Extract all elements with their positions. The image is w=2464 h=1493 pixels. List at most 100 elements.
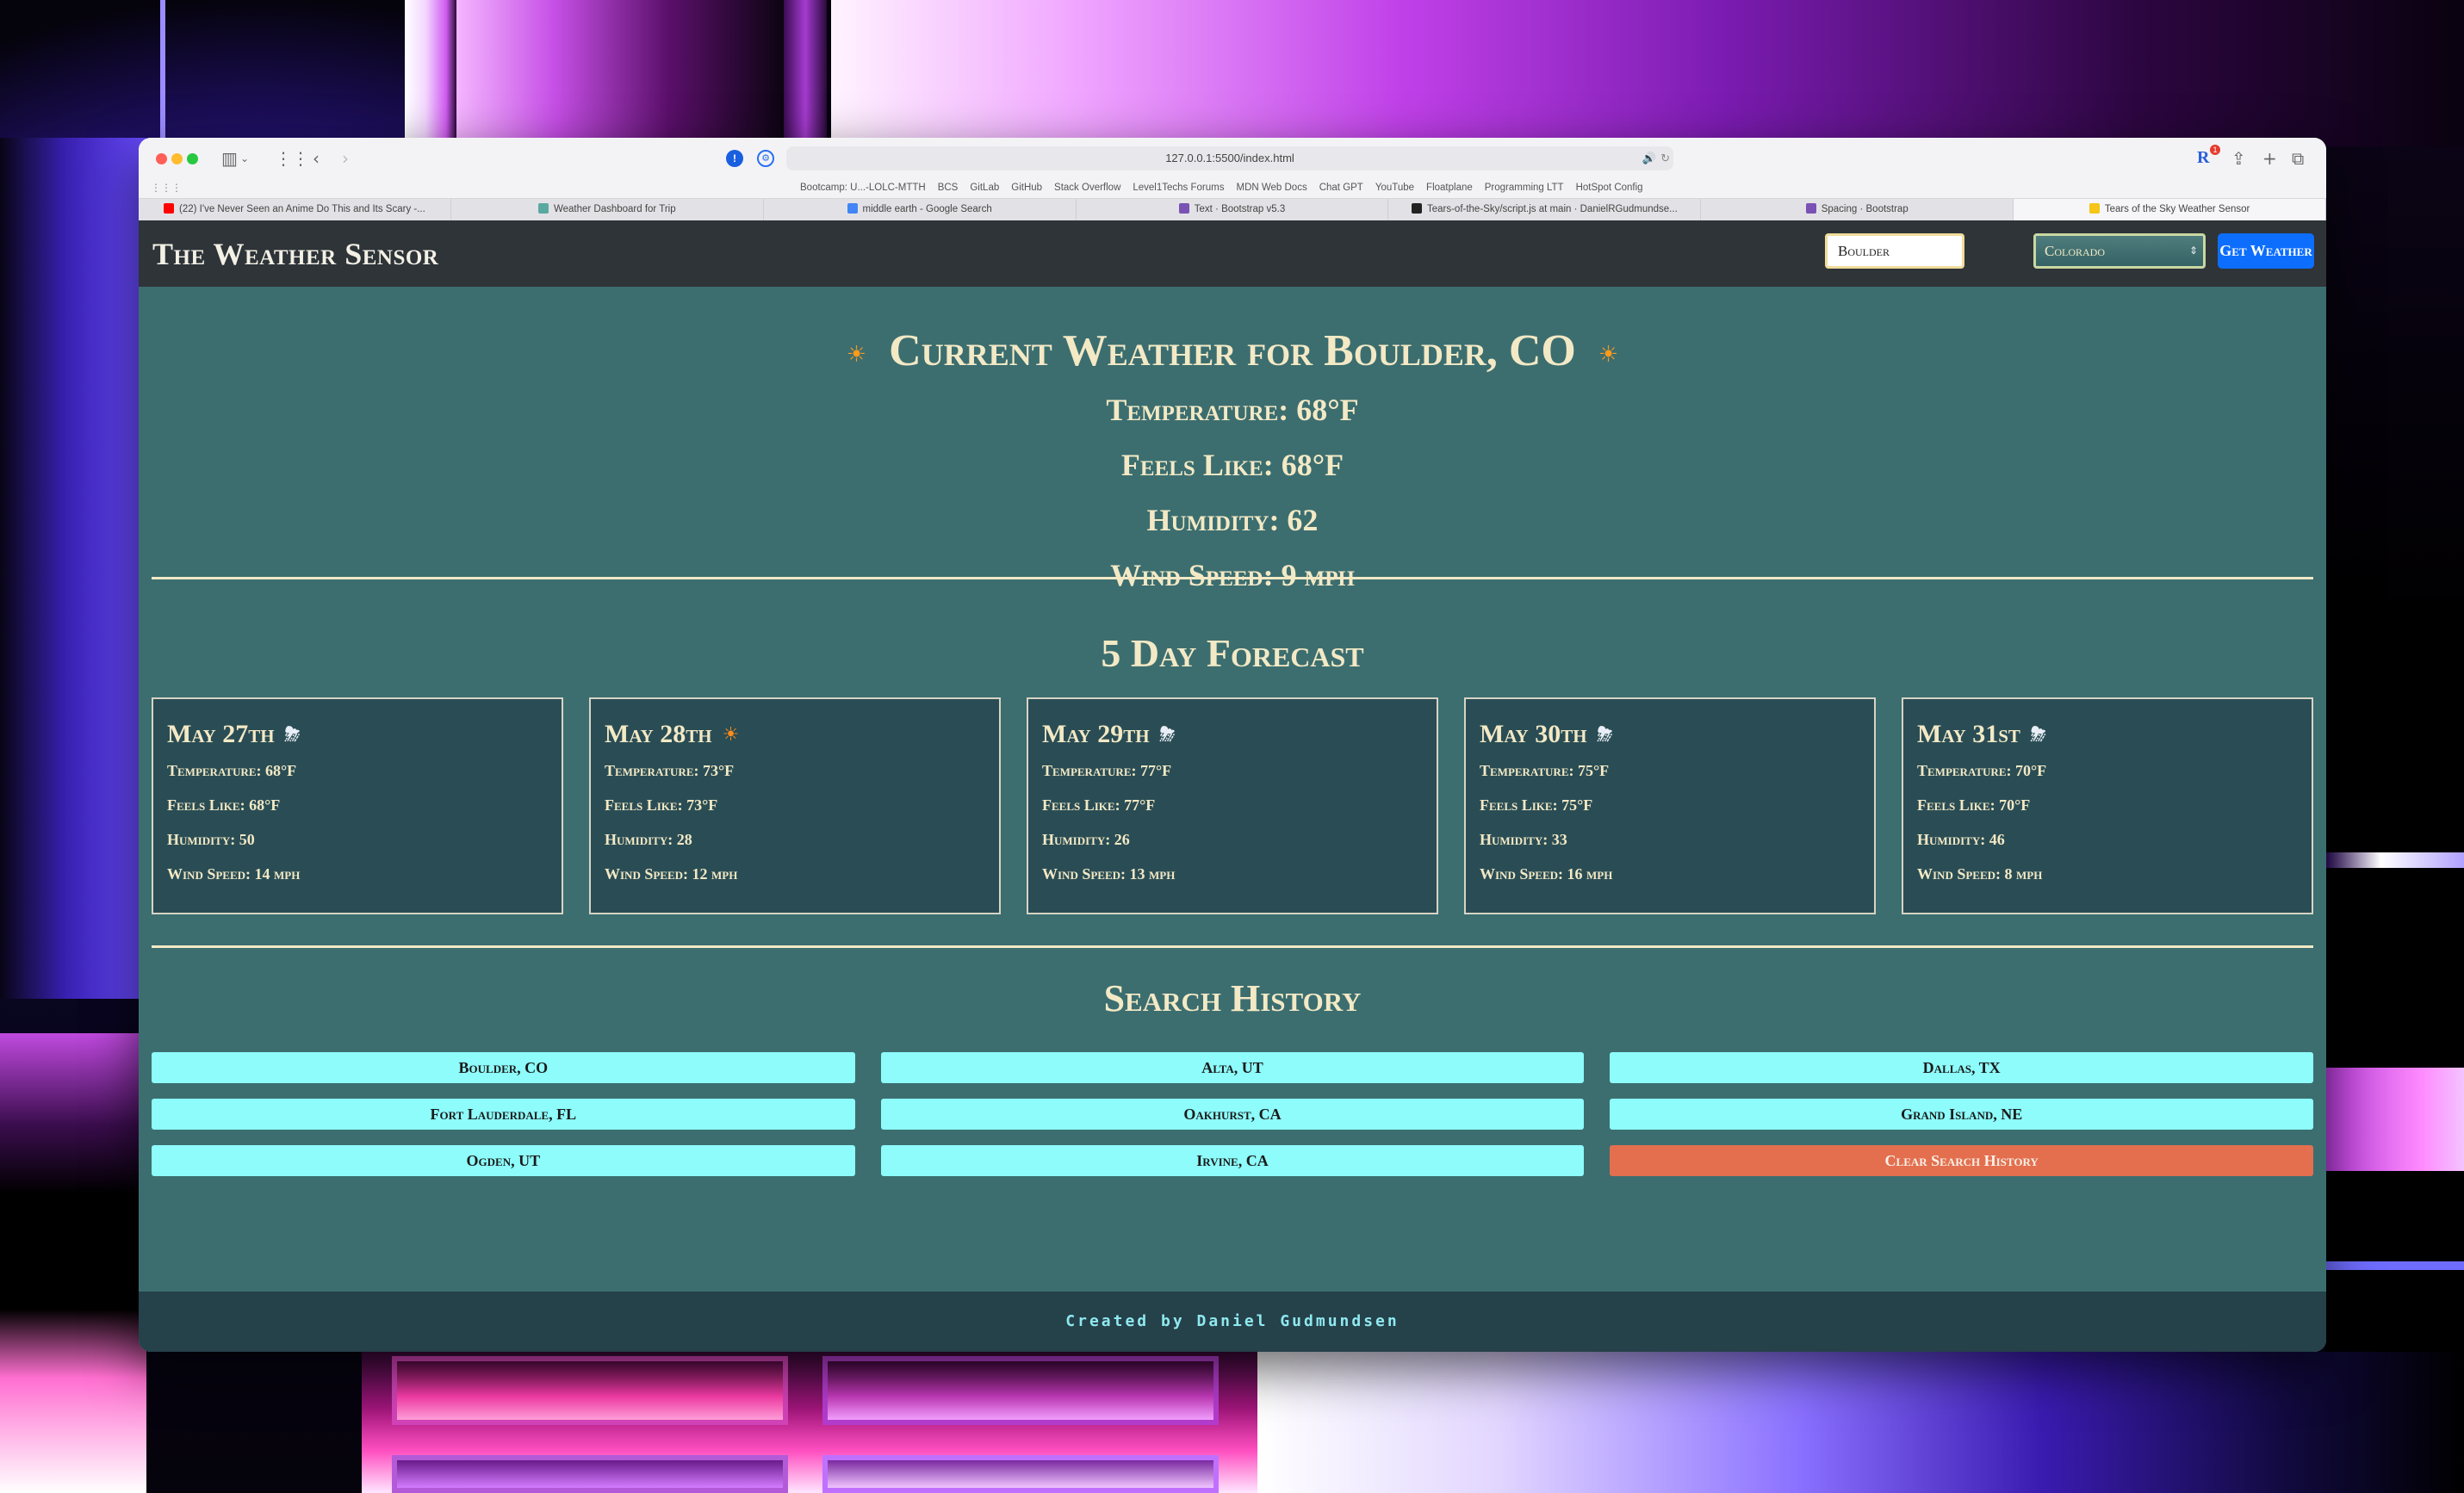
wallpaper-shape: [405, 0, 456, 146]
history-item-button[interactable]: Grand Island, NE: [1610, 1099, 2313, 1130]
tab-favicon-icon: [1178, 203, 1189, 214]
browser-tab[interactable]: Weather Dashboard for Trip: [451, 199, 764, 221]
forecast-card: May 31st ⛈ Temperature: 70°F Feels Like: 70…: [1902, 697, 2313, 914]
city-input[interactable]: Boulder: [1825, 233, 1964, 269]
bookmark-item[interactable]: HotSpot Config: [1576, 183, 1643, 193]
forecast-temperature: Temperature: 73°F: [605, 762, 735, 779]
browser-tab[interactable]: (22) I've Never Seen an Anime Do This an…: [139, 199, 451, 221]
maximize-window-button[interactable]: [187, 153, 198, 164]
url-text: 127.0.0.1:5500/index.html: [1165, 152, 1294, 164]
wallpaper-shape: [392, 1356, 788, 1425]
current-temperature: Temperature: 68°F: [1106, 393, 1359, 428]
tab-label: Spacing · Bootstrap: [1821, 204, 1909, 214]
forecast-feels-like: Feels Like: 68°F: [167, 796, 281, 814]
wallpaper-shape: [2325, 146, 2464, 1352]
bookmark-item[interactable]: YouTube: [1375, 183, 1414, 193]
bookmark-item[interactable]: BCS: [938, 183, 959, 193]
history-item-button[interactable]: Oakhurst, CA: [880, 1099, 1585, 1130]
chevron-down-icon[interactable]: ⌄: [240, 148, 249, 169]
wallpaper-shape: [160, 0, 165, 146]
back-icon[interactable]: ‹: [313, 148, 320, 169]
browser-tab[interactable]: Tears-of-the-Sky/script.js at main · Dan…: [1388, 199, 1702, 221]
browser-tab[interactable]: Tears of the Sky Weather Sensor: [2014, 199, 2326, 221]
wallpaper-shape: [456, 0, 784, 146]
search-history-grid: Boulder, CO Alta, UT Dallas, TX Fort Lauder…: [152, 1052, 2313, 1176]
cloud-sun-rain-icon: ⛈: [1597, 724, 1613, 746]
tab-favicon-icon: [2089, 203, 2100, 214]
sun-icon: ☀: [846, 342, 867, 369]
forecast-wind-speed: Wind Speed: 13 mph: [1042, 865, 1176, 883]
divider: [152, 577, 2313, 579]
bookmark-item[interactable]: GitHub: [1011, 183, 1042, 193]
forecast-date: May 28th: [605, 720, 712, 748]
history-item-button[interactable]: Dallas, TX: [1610, 1052, 2313, 1083]
history-item-button[interactable]: Ogden, UT: [152, 1145, 855, 1176]
bookmark-item[interactable]: Bootcamp: U...-LOLC-MTTH: [800, 183, 926, 193]
forecast-date-row: May 27th ⛈: [167, 716, 548, 753]
browser-tab[interactable]: Text · Bootstrap v5.3: [1077, 199, 1389, 221]
bookmark-item[interactable]: GitLab: [970, 183, 999, 193]
bookmarks-list: Bootcamp: U...-LOLC-MTTH BCS GitLab GitHub S…: [800, 183, 1643, 193]
forecast-title: 5 Day Forecast: [1101, 631, 1364, 675]
bookmark-item[interactable]: Floatplane: [1426, 183, 1473, 193]
tab-overview-icon[interactable]: ⋮⋮: [275, 148, 309, 169]
password-extension-icon[interactable]: !: [726, 150, 743, 167]
wallpaper-shape: [0, 138, 146, 999]
bookmark-item[interactable]: Programming LTT: [1485, 183, 1564, 193]
clear-history-button[interactable]: Clear Search History: [1610, 1145, 2313, 1176]
browser-tab[interactable]: middle earth - Google Search: [764, 199, 1077, 221]
tabs-icon[interactable]: ⧉: [2292, 148, 2304, 169]
forecast-wind-speed: Wind Speed: 8 mph: [1917, 865, 2043, 883]
bookmark-item[interactable]: Stack Overflow: [1054, 183, 1120, 193]
forecast-wind-speed: Wind Speed: 16 mph: [1480, 865, 1613, 883]
tab-favicon-icon: [537, 203, 549, 214]
wallpaper-shape: [2325, 852, 2464, 868]
forecast-wind-speed: Wind Speed: 12 mph: [605, 865, 738, 883]
forecast-humidity: Humidity: 50: [167, 831, 255, 848]
tab-label: Tears-of-the-Sky/script.js at main · Dan…: [1426, 204, 1678, 214]
history-item-button[interactable]: Irvine, CA: [880, 1145, 1585, 1176]
brand-title[interactable]: The Weather Sensor: [152, 236, 438, 272]
state-select[interactable]: Colorado ⇕: [2033, 233, 2206, 269]
r-extension-icon[interactable]: R: [2197, 148, 2209, 168]
history-item-button[interactable]: Fort Lauderdale, FL: [152, 1099, 855, 1130]
current-feels-like: Feels Like: 68°F: [1120, 448, 1344, 483]
bookmarks-grid-icon[interactable]: ⋮⋮⋮: [151, 182, 182, 194]
wallpaper-shape: [0, 1033, 146, 1493]
close-window-button[interactable]: [156, 153, 167, 164]
sidebar-icon[interactable]: ▥: [221, 148, 238, 169]
get-weather-button[interactable]: Get Weather: [2218, 233, 2314, 269]
share-icon[interactable]: ⇪: [2231, 148, 2246, 169]
search-history-title: Search History: [1103, 977, 1362, 1019]
forecast-humidity: Humidity: 26: [1042, 831, 1130, 848]
tab-label: Weather Dashboard for Trip: [553, 204, 676, 214]
forecast-cards: May 27th ⛈ Temperature: 68°F Feels Like: 68…: [152, 697, 2313, 914]
address-bar[interactable]: 127.0.0.1:5500/index.html 🔊 ↻: [786, 146, 1673, 170]
state-select-value: Colorado: [2045, 243, 2106, 259]
forecast-temperature: Temperature: 77°F: [1042, 762, 1172, 779]
bookmarks-bar: ⋮⋮⋮ Bootcamp: U...-LOLC-MTTH BCS GitLab Git…: [139, 179, 2326, 198]
history-item-button[interactable]: Boulder, CO: [152, 1052, 855, 1083]
speaker-icon[interactable]: 🔊: [1642, 146, 1656, 170]
sun-icon: ☀: [1598, 342, 1619, 369]
tab-label: Text · Bootstrap v5.3: [1194, 204, 1286, 214]
tab-label: middle earth - Google Search: [862, 204, 992, 214]
forecast-card: May 27th ⛈ Temperature: 68°F Feels Like: 68…: [152, 697, 563, 914]
bookmark-item[interactable]: MDN Web Docs: [1236, 183, 1306, 193]
bookmark-item[interactable]: Chat GPT: [1319, 183, 1363, 193]
wallpaper-shape: [831, 0, 2464, 146]
forecast-feels-like: Feels Like: 77°F: [1042, 796, 1156, 814]
cloud-sun-rain-icon: ⛈: [1159, 724, 1176, 746]
bookmark-item[interactable]: Level1Techs Forums: [1133, 183, 1224, 193]
tab-favicon-icon: [847, 203, 858, 214]
weather-page: The Weather Sensor Boulder Colorado ⇕ Ge…: [139, 220, 2326, 1352]
minimize-window-button[interactable]: [171, 153, 183, 164]
browser-tab[interactable]: Spacing · Bootstrap: [1701, 199, 2014, 221]
extension-icon[interactable]: ⚙: [757, 150, 774, 167]
browser-toolbar: ▥ ⌄ ⋮⋮ ‹ › ! ⚙ 127.0.0.1:5500/index.html…: [139, 138, 2326, 179]
forward-icon[interactable]: ›: [342, 148, 349, 169]
new-tab-icon[interactable]: +: [2262, 148, 2277, 169]
history-item-button[interactable]: Alta, UT: [880, 1052, 1585, 1083]
forecast-humidity: Humidity: 33: [1480, 831, 1567, 848]
reload-icon[interactable]: ↻: [1660, 146, 1670, 170]
